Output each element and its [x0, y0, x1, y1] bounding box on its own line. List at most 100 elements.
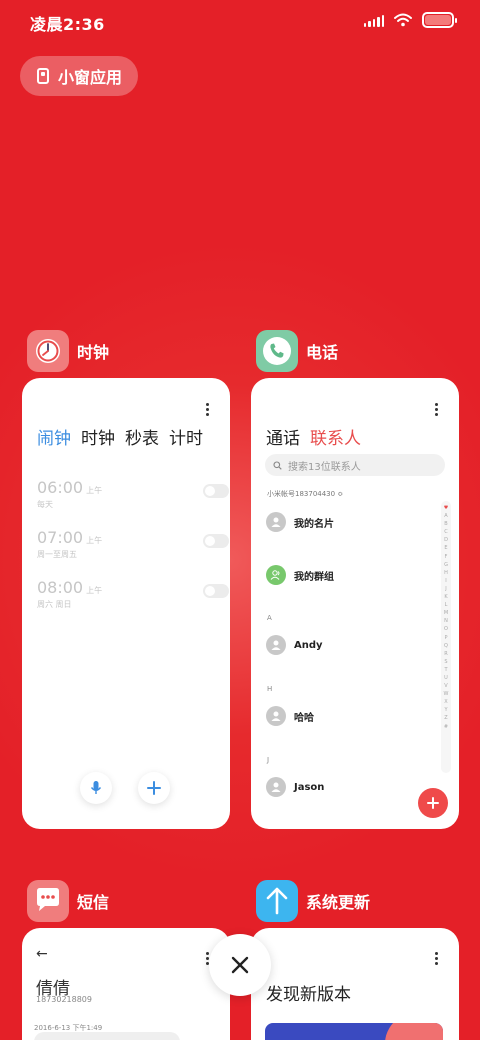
contact-search-input[interactable]: 搜索13位联系人 — [265, 454, 445, 476]
sms-app-header[interactable]: 短信 — [27, 880, 109, 922]
clock-app-header[interactable]: 时钟 — [27, 330, 109, 372]
tab-stopwatch[interactable]: 秒表 — [125, 424, 159, 449]
person-icon — [266, 777, 286, 797]
clear-all-button[interactable] — [209, 934, 271, 996]
index-letter[interactable]: M — [444, 609, 448, 617]
update-app-header[interactable]: 系统更新 — [256, 880, 370, 922]
battery-icon — [422, 12, 457, 28]
clock-tabs: 闹钟 时钟 秒表 计时 — [37, 424, 203, 449]
alarm-item[interactable]: 07:00 上午 周一至周五 — [37, 528, 229, 568]
alarm-ampm: 上午 — [86, 586, 103, 595]
tab-calls[interactable]: 通话 — [266, 424, 300, 449]
alarm-time: 06:00 — [37, 478, 84, 497]
small-window-label: 小窗应用 — [58, 68, 123, 87]
index-letter[interactable]: A — [444, 512, 447, 520]
index-letter[interactable]: Q — [444, 642, 448, 650]
clock-more-icon[interactable] — [206, 403, 210, 416]
phone-app-icon — [256, 330, 298, 372]
alarm-toggle[interactable] — [203, 584, 229, 598]
index-letter[interactable]: B — [444, 520, 447, 528]
search-icon — [273, 460, 282, 470]
index-letter[interactable]: O — [444, 625, 448, 633]
tab-timer[interactable]: 计时 — [169, 424, 203, 449]
contact-item[interactable]: Andy — [266, 635, 323, 655]
alarm-toggle[interactable] — [203, 534, 229, 548]
phone-app-card[interactable]: 通话 联系人 搜索13位联系人 小米帐号183704430 ≎ 我的名片 我的群… — [251, 378, 459, 829]
alarm-toggle[interactable] — [203, 484, 229, 498]
update-app-card[interactable]: 发现新版本 — [251, 928, 459, 1040]
index-letter[interactable]: U — [444, 674, 448, 682]
wifi-icon — [394, 13, 412, 27]
message-bubble — [34, 1032, 180, 1040]
index-letter[interactable]: F — [445, 553, 448, 561]
alarm-time: 07:00 — [37, 528, 84, 547]
contact-name: Jason — [294, 781, 325, 793]
index-letter[interactable]: S — [444, 658, 447, 666]
contact-name: 我的群组 — [294, 571, 334, 583]
account-selector[interactable]: 小米帐号183704430 ≎ — [267, 489, 343, 499]
alarm-item[interactable]: 06:00 上午 每天 — [37, 478, 229, 518]
index-letter[interactable]: R — [444, 650, 447, 658]
tab-alarm[interactable]: 闹钟 — [37, 424, 71, 449]
update-more-icon[interactable] — [435, 952, 439, 965]
sms-app-card[interactable]: ← 倩倩 18730218809 2016-6-13 下午1:49 — [22, 928, 230, 1040]
group-icon — [266, 565, 286, 585]
contact-name: Andy — [294, 639, 323, 651]
update-app-icon — [256, 880, 298, 922]
phone-more-icon[interactable] — [435, 403, 439, 416]
index-letter[interactable]: J — [445, 585, 446, 593]
index-letter[interactable]: P — [444, 634, 447, 642]
phone-app-header[interactable]: 电话 — [256, 330, 338, 372]
status-icons — [363, 12, 457, 28]
alarm-time: 08:00 — [37, 578, 84, 597]
contact-name: 我的名片 — [294, 518, 334, 530]
index-letter[interactable]: W — [444, 690, 449, 698]
index-letter[interactable]: I — [445, 577, 446, 585]
index-letter[interactable]: Y — [444, 706, 447, 714]
small-window-apps-button[interactable]: 小窗应用 — [20, 56, 138, 96]
index-letter[interactable]: K — [444, 593, 447, 601]
index-letter[interactable]: H — [444, 569, 448, 577]
alarm-ampm: 上午 — [86, 536, 103, 545]
add-alarm-button[interactable] — [138, 772, 170, 804]
index-letter[interactable]: E — [444, 544, 447, 552]
alphabet-index-bar[interactable]: ♥ A B C D E F G H I J K L M N O P Q R S T U V W X Y Z # — [441, 501, 451, 773]
index-letter[interactable]: Z — [444, 714, 447, 722]
index-letter[interactable]: G — [444, 561, 448, 569]
add-contact-button[interactable] — [418, 788, 448, 818]
person-icon — [266, 512, 286, 532]
index-letter[interactable]: ♥ — [444, 504, 448, 512]
phone-app-name: 电话 — [306, 343, 339, 362]
index-letter[interactable]: V — [444, 682, 447, 690]
contact-my-card[interactable]: 我的名片 — [266, 512, 334, 532]
back-arrow-icon[interactable]: ← — [36, 946, 48, 962]
voice-alarm-button[interactable] — [80, 772, 112, 804]
chevron-updown-icon: ≎ — [337, 490, 344, 498]
index-letter[interactable]: X — [444, 698, 447, 706]
contact-my-groups[interactable]: 我的群组 › — [266, 565, 444, 585]
section-header: A — [267, 614, 272, 622]
contact-item[interactable]: Jason — [266, 777, 324, 797]
contact-name: 哈哈 — [294, 712, 314, 724]
clock-app-name: 时钟 — [77, 343, 110, 362]
alarm-item[interactable]: 08:00 上午 周六 周日 — [37, 578, 229, 618]
close-icon — [231, 956, 249, 974]
tab-contacts[interactable]: 联系人 — [310, 424, 361, 449]
update-app-name: 系统更新 — [306, 893, 371, 912]
index-letter[interactable]: N — [444, 617, 448, 625]
plus-icon — [147, 781, 161, 795]
index-letter[interactable]: T — [444, 666, 447, 674]
index-letter[interactable]: D — [444, 536, 448, 544]
index-letter[interactable]: L — [445, 601, 448, 609]
alarm-repeat: 周一至周五 — [37, 550, 77, 559]
search-placeholder: 搜索13位联系人 — [288, 461, 361, 473]
section-header: J — [267, 756, 270, 764]
section-header: H — [267, 685, 273, 693]
tab-clock[interactable]: 时钟 — [81, 424, 115, 449]
status-bar: 凌晨2:36 — [0, 0, 480, 42]
sms-app-name: 短信 — [77, 893, 110, 912]
index-letter[interactable]: C — [444, 528, 448, 536]
index-letter[interactable]: # — [444, 723, 448, 731]
contact-item[interactable]: 哈哈 — [266, 706, 314, 726]
clock-app-card[interactable]: 闹钟 时钟 秒表 计时 06:00 上午 每天 07:00 上午 周一至周五 08:… — [22, 378, 230, 829]
